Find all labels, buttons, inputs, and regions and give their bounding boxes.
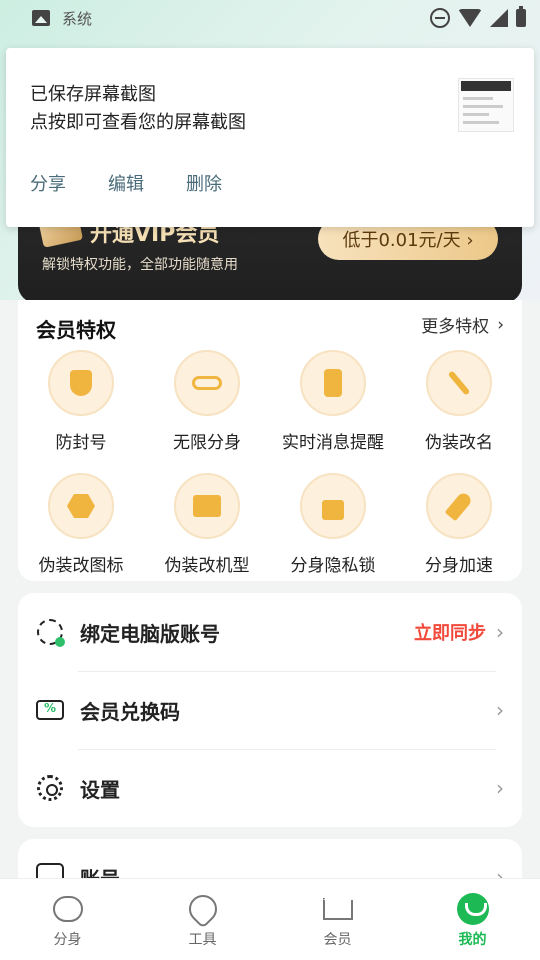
- image-icon: [32, 10, 50, 26]
- menu-bind-pc-account[interactable]: 绑定电脑版账号 立即同步 ›: [18, 593, 522, 671]
- privilege-disguise-name[interactable]: 伪装改名: [396, 350, 522, 453]
- signal-icon: [490, 9, 508, 27]
- status-bar: 系统: [0, 0, 540, 36]
- chevron-right-icon: ›: [496, 620, 504, 644]
- do-not-disturb-icon: [430, 8, 450, 28]
- privileges-title: 会员特权: [36, 318, 116, 342]
- menu-redeem-code[interactable]: 会员兑换码 ›: [18, 671, 522, 749]
- tab-label: 会员: [323, 932, 352, 948]
- tab-label: 分身: [53, 932, 82, 948]
- more-privileges-label: 更多特权: [421, 317, 490, 337]
- privilege-disguise-icon[interactable]: 伪装改图标: [18, 473, 144, 576]
- privileges-grid: 防封号 无限分身 实时消息提醒 伪装改名 伪装改图标 伪装改机型 分身隐私锁 分…: [18, 350, 522, 576]
- privilege-realtime-alerts[interactable]: 实时消息提醒: [270, 350, 396, 453]
- wrench-icon: [182, 889, 223, 929]
- tab-me[interactable]: 我的: [405, 879, 540, 960]
- computer-icon: [174, 473, 240, 539]
- notification-text: 点按即可查看您的屏幕截图: [30, 112, 246, 133]
- sync-account-icon: [36, 618, 65, 647]
- share-button[interactable]: 分享: [30, 170, 66, 196]
- battery-icon: [516, 6, 526, 27]
- magic-wand-icon: [426, 350, 492, 416]
- shield-icon: [48, 350, 114, 416]
- chevron-right-icon: ›: [496, 698, 504, 722]
- wifi-icon: [458, 9, 482, 27]
- privilege-label: 分身隐私锁: [290, 556, 376, 576]
- settings-menu-card: 绑定电脑版账号 立即同步 › 会员兑换码 › 设置 ›: [18, 593, 522, 827]
- privilege-label: 分身加速: [425, 556, 493, 576]
- notification-actions: 分享 编辑 删除: [30, 170, 222, 196]
- more-privileges-link[interactable]: 更多特权 ›: [421, 312, 504, 338]
- privilege-unlimited-clones[interactable]: 无限分身: [144, 350, 270, 453]
- infinity-icon: [174, 350, 240, 416]
- vip-subtitle: 解锁特权功能，全部功能随意用: [42, 257, 238, 273]
- hexagon-icon: [48, 473, 114, 539]
- privilege-speed-boost[interactable]: 分身加速: [396, 473, 522, 576]
- privilege-label: 实时消息提醒: [282, 433, 384, 453]
- privilege-label: 伪装改图标: [38, 556, 124, 576]
- menu-settings[interactable]: 设置 ›: [18, 749, 522, 827]
- notification-title: 已保存屏幕截图: [30, 84, 156, 105]
- gear-icon: [36, 774, 64, 802]
- menu-label: 设置: [80, 777, 120, 802]
- rocket-icon: [426, 473, 492, 539]
- privilege-anti-ban[interactable]: 防封号: [18, 350, 144, 453]
- smiley-icon: [456, 893, 489, 925]
- menu-label: 绑定电脑版账号: [80, 621, 220, 646]
- privilege-label: 防封号: [55, 433, 107, 453]
- ticket-icon: [36, 696, 64, 724]
- privilege-disguise-model[interactable]: 伪装改机型: [144, 473, 270, 576]
- bottom-navigation: 分身 工具 会员 我的: [0, 878, 540, 960]
- privilege-label: 无限分身: [173, 433, 241, 453]
- sync-now-button[interactable]: 立即同步: [414, 619, 486, 645]
- chevron-right-icon: ›: [497, 314, 504, 335]
- status-icons: [430, 6, 526, 28]
- chat-icon: [52, 893, 84, 925]
- screenshot-notification[interactable]: 已保存屏幕截图 点按即可查看您的屏幕截图 分享 编辑 删除: [6, 48, 534, 227]
- privilege-label: 伪装改名: [425, 433, 493, 453]
- status-app-label: 系统: [62, 9, 93, 28]
- privilege-label: 伪装改机型: [164, 556, 250, 576]
- edit-button[interactable]: 编辑: [108, 170, 144, 196]
- privilege-privacy-lock[interactable]: 分身隐私锁: [270, 473, 396, 576]
- tab-label: 我的: [458, 932, 487, 948]
- privileges-card: 会员特权 更多特权 › 防封号 无限分身 实时消息提醒 伪装改名 伪装改图标 伪…: [18, 300, 522, 581]
- crown-icon: [322, 888, 357, 925]
- screenshot-thumbnail[interactable]: [458, 78, 514, 132]
- delete-button[interactable]: 删除: [186, 170, 222, 196]
- tab-clones[interactable]: 分身: [0, 879, 135, 960]
- lock-icon: [300, 473, 366, 539]
- phone-icon: [300, 350, 366, 416]
- tab-tools[interactable]: 工具: [135, 879, 270, 960]
- menu-label: 会员兑换码: [80, 699, 180, 724]
- chevron-right-icon: ›: [496, 776, 504, 800]
- tab-vip[interactable]: 会员: [270, 879, 405, 960]
- tab-label: 工具: [188, 932, 217, 948]
